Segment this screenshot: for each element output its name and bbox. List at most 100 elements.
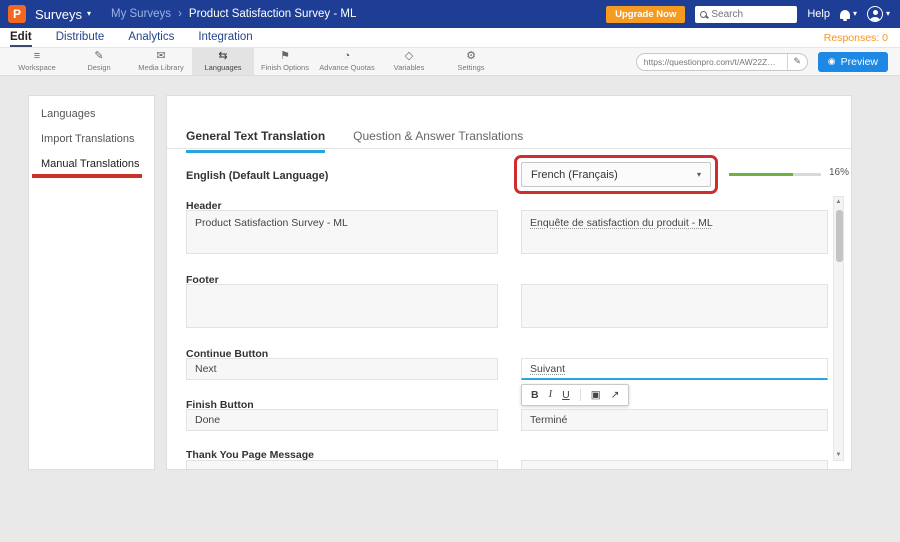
scroll-up-icon[interactable]: ▲: [836, 197, 842, 207]
sidebar-item-label: Manual Translations: [41, 158, 139, 170]
target-header-text: Enquête de satisfaction du produit - ML: [530, 217, 713, 229]
preview-button[interactable]: ◉ Preview: [818, 52, 888, 72]
toolbar-item-media-library[interactable]: ✉ Media Library: [130, 48, 192, 75]
source-finish-input[interactable]: Done: [186, 409, 498, 431]
surveys-menu-label: Surveys: [35, 7, 82, 22]
caret-down-icon: ▾: [853, 10, 857, 18]
pencil-icon: ✎: [794, 56, 802, 67]
nav-analytics[interactable]: Analytics: [128, 28, 174, 47]
rich-text-toolbar: B I U ▣ ↗: [521, 384, 629, 406]
panel-scrollbar[interactable]: ▲ ▼: [833, 196, 844, 461]
caret-down-icon: ▾: [697, 170, 701, 179]
italic-button[interactable]: I: [549, 390, 553, 401]
toolbar-separator: [580, 389, 581, 401]
survey-url-box: https://questionpro.com/t/AW22Zd1S1 ✎: [636, 53, 808, 71]
global-search: [695, 6, 797, 23]
questionpro-app: P Surveys ▾ My Surveys › Product Satisfa…: [0, 0, 900, 542]
sidebar-item-import-translations[interactable]: Import Translations: [29, 126, 154, 151]
nav-distribute[interactable]: Distribute: [56, 28, 105, 47]
bold-button[interactable]: B: [531, 390, 539, 401]
target-continue-text: Suivant: [530, 363, 565, 375]
gear-icon: ⚙: [466, 51, 476, 62]
target-continue-input[interactable]: Suivant: [521, 358, 828, 380]
insert-link-icon[interactable]: ↗: [611, 390, 620, 401]
toolbar-item-label: Workspace: [18, 63, 55, 72]
edit-toolbar: ≡ Workspace ✎ Design ✉ Media Library ⇆ L…: [0, 48, 900, 76]
eye-icon: ◉: [828, 56, 836, 67]
avatar: [867, 6, 883, 22]
target-language-value: French (Français): [531, 169, 618, 181]
target-header-textarea[interactable]: Enquête de satisfaction du produit - ML: [521, 210, 828, 254]
translation-progress-fill: [729, 173, 793, 176]
toolbar-item-variables[interactable]: ◇ Variables: [378, 48, 440, 75]
advance-quotas-icon: ◔: [344, 51, 351, 62]
preview-label: Preview: [841, 56, 878, 68]
source-header-textarea[interactable]: Product Satisfaction Survey - ML: [186, 210, 498, 254]
annotation-underline: [32, 174, 142, 178]
search-input[interactable]: [711, 9, 792, 20]
topbar: P Surveys ▾ My Surveys › Product Satisfa…: [0, 0, 900, 28]
languages-icon: ⇆: [218, 51, 227, 62]
toolbar-item-advance-quotas[interactable]: ◔ Advance Quotas: [316, 48, 378, 75]
manual-translations-panel: General Text Translation Question & Answ…: [166, 95, 852, 470]
media-library-icon: ✉: [156, 51, 165, 62]
translation-progress-percent: 16%: [829, 167, 849, 178]
sidebar-item-manual-translations[interactable]: Manual Translations: [29, 151, 154, 176]
tab-general-text-translation[interactable]: General Text Translation: [186, 129, 325, 153]
surveys-menu[interactable]: Surveys ▾: [35, 7, 91, 22]
survey-nav: Edit Distribute Analytics Integration Re…: [0, 28, 900, 48]
sidebar-item-languages[interactable]: Languages: [29, 101, 154, 126]
variables-icon: ◇: [405, 51, 413, 62]
notifications-menu[interactable]: ▾: [840, 10, 857, 19]
scroll-down-icon[interactable]: ▼: [836, 450, 842, 460]
target-finish-input[interactable]: Terminé: [521, 409, 828, 431]
breadcrumb-my-surveys[interactable]: My Surveys: [111, 8, 171, 20]
tab-question-answer-translations[interactable]: Question & Answer Translations: [353, 129, 523, 153]
target-thank-you-input[interactable]: [521, 460, 828, 470]
breadcrumb-current-survey: Product Satisfaction Survey - ML: [189, 8, 356, 20]
insert-image-icon[interactable]: ▣: [591, 390, 601, 401]
upgrade-now-button[interactable]: Upgrade Now: [606, 6, 685, 23]
toolbar-item-design[interactable]: ✎ Design: [68, 48, 130, 75]
finish-options-icon: ⚑: [280, 51, 290, 62]
caret-down-icon: ▾: [886, 10, 890, 18]
toolbar-item-finish-options[interactable]: ⚑ Finish Options: [254, 48, 316, 75]
help-link[interactable]: Help: [807, 8, 830, 20]
account-menu[interactable]: ▾: [867, 6, 890, 22]
source-language-label: English (Default Language): [186, 170, 328, 182]
workspace-icon: ≡: [34, 51, 40, 62]
target-footer-textarea[interactable]: [521, 284, 828, 328]
underline-button[interactable]: U: [562, 390, 570, 401]
target-language-dropdown[interactable]: French (Français) ▾: [521, 162, 711, 187]
nav-edit[interactable]: Edit: [10, 28, 32, 47]
breadcrumb-separator-icon: ›: [178, 8, 182, 20]
toolbar-item-label: Media Library: [138, 63, 183, 72]
questionpro-logo[interactable]: P: [8, 5, 26, 23]
source-continue-input[interactable]: Next: [186, 358, 498, 380]
toolbar-item-label: Design: [87, 63, 110, 72]
source-footer-textarea[interactable]: [186, 284, 498, 328]
breadcrumb: My Surveys › Product Satisfaction Survey…: [111, 8, 356, 20]
design-icon: ✎: [94, 51, 103, 62]
toolbar-item-workspace[interactable]: ≡ Workspace: [6, 48, 68, 75]
translation-tabs: General Text Translation Question & Answ…: [186, 129, 523, 153]
bell-icon: [840, 10, 850, 19]
survey-url[interactable]: https://questionpro.com/t/AW22Zd1S1: [637, 57, 787, 67]
source-thank-you-input[interactable]: [186, 460, 498, 470]
nav-integration[interactable]: Integration: [198, 28, 252, 47]
topbar-right: Upgrade Now Help ▾ ▾: [606, 6, 890, 23]
toolbar-item-label: Languages: [204, 63, 241, 72]
search-icon: [700, 11, 707, 18]
toolbar-item-label: Settings: [457, 63, 484, 72]
responses-count[interactable]: Responses: 0: [824, 28, 888, 47]
caret-down-icon: ▾: [87, 10, 91, 18]
toolbar-item-label: Advance Quotas: [319, 63, 374, 72]
scrollbar-thumb[interactable]: [836, 210, 843, 262]
toolbar-item-settings[interactable]: ⚙ Settings: [440, 48, 502, 75]
toolbar-item-label: Variables: [394, 63, 425, 72]
edit-url-button[interactable]: ✎: [787, 54, 807, 70]
toolbar-item-languages[interactable]: ⇆ Languages: [192, 48, 254, 75]
languages-sidebar: Languages Import Translations Manual Tra…: [28, 95, 155, 470]
translation-progress-bar: [729, 173, 821, 176]
toolbar-item-label: Finish Options: [261, 63, 309, 72]
